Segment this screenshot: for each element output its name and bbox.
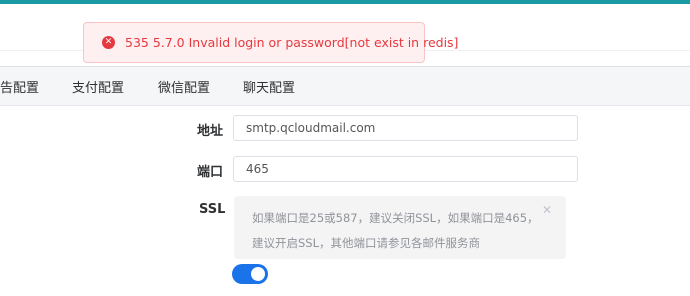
- address-input[interactable]: smtp.qcloudmail.com: [233, 115, 578, 141]
- ssl-hint-alert: 如果端口是25或587，建议关闭SSL，如果端口是465，建议开启SSL，其他端…: [234, 196, 566, 259]
- error-circle-icon: ✕: [102, 36, 115, 49]
- close-icon[interactable]: ✕: [542, 203, 552, 217]
- tab-notice-config[interactable]: 告配置: [0, 77, 39, 96]
- tab-chat-config[interactable]: 聊天配置: [243, 77, 295, 96]
- config-tabs: 告配置 支付配置 微信配置 聊天配置: [0, 66, 690, 106]
- port-label: 端口: [197, 165, 224, 180]
- tab-payment-config[interactable]: 支付配置: [72, 77, 124, 96]
- port-input[interactable]: 465: [233, 156, 578, 182]
- tab-wechat-config[interactable]: 微信配置: [158, 77, 210, 96]
- error-message: ✕ 535 5.7.0 Invalid login or password[no…: [83, 22, 458, 63]
- ssl-hint-text: 如果端口是25或587，建议关闭SSL，如果端口是465，建议开启SSL，其他端…: [252, 211, 539, 250]
- address-label: 地址: [197, 124, 224, 139]
- toggle-knob: [251, 267, 265, 281]
- ssl-toggle[interactable]: [232, 264, 268, 284]
- error-message-text: 535 5.7.0 Invalid login or password[not …: [125, 35, 459, 50]
- top-accent-bar: [0, 0, 690, 4]
- ssl-label: SSL: [199, 202, 226, 217]
